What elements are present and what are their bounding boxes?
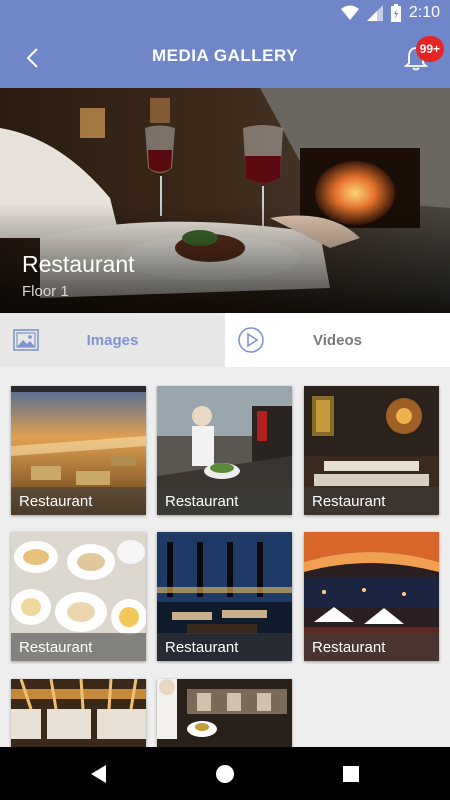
media-tabs: Images Videos	[0, 313, 450, 367]
gallery-item-label: Restaurant	[165, 639, 239, 656]
hero-subtitle: Floor 1	[22, 283, 69, 300]
gallery-item-label: Restaurant	[19, 639, 93, 656]
status-time: 2:10	[408, 4, 440, 21]
gallery-item-label: Restaurant	[312, 639, 386, 656]
cell-signal-icon	[366, 5, 383, 21]
tab-images[interactable]: Images	[0, 313, 225, 367]
gallery-item-label: Restaurant	[312, 493, 386, 510]
tab-videos-label: Videos	[313, 332, 362, 349]
hero-title: Restaurant	[22, 251, 135, 277]
battery-icon	[390, 4, 401, 22]
gallery-item-label: Restaurant	[165, 493, 239, 510]
nav-recents-icon[interactable]	[338, 761, 364, 787]
gallery-thumbnail	[11, 679, 146, 747]
hero-banner: Restaurant Floor 1	[0, 88, 450, 313]
media-gallery-screen: 2:10 MEDIA GALLERY 99+ Restaurant Floor …	[0, 0, 450, 800]
gallery-item[interactable]: Restaurant	[304, 386, 439, 515]
gallery-item[interactable]: Restaurant	[304, 532, 439, 661]
gallery-item[interactable]	[11, 679, 146, 747]
nav-back-icon[interactable]	[86, 761, 112, 787]
image-grid: Restaurant Restaurant Restaurant Restaur…	[0, 367, 450, 747]
notification-badge: 99+	[415, 36, 444, 62]
status-icons: 2:10	[340, 4, 440, 22]
app-bar: MEDIA GALLERY 99+	[0, 28, 450, 88]
gallery-thumbnail	[157, 679, 292, 747]
page-title: MEDIA GALLERY	[152, 46, 298, 65]
tab-videos[interactable]: Videos	[225, 313, 450, 367]
gallery-item[interactable]	[157, 679, 292, 747]
wifi-icon	[340, 5, 359, 20]
gallery-item[interactable]: Restaurant	[11, 386, 146, 515]
gallery-item-label: Restaurant	[19, 493, 93, 510]
nav-home-icon[interactable]	[212, 761, 238, 787]
gallery-item[interactable]: Restaurant	[157, 386, 292, 515]
gallery-item[interactable]: Restaurant	[11, 532, 146, 661]
gallery-item[interactable]: Restaurant	[157, 532, 292, 661]
status-bar: 2:10	[0, 0, 450, 28]
system-nav-bar	[0, 747, 450, 800]
tab-images-label: Images	[86, 332, 139, 349]
